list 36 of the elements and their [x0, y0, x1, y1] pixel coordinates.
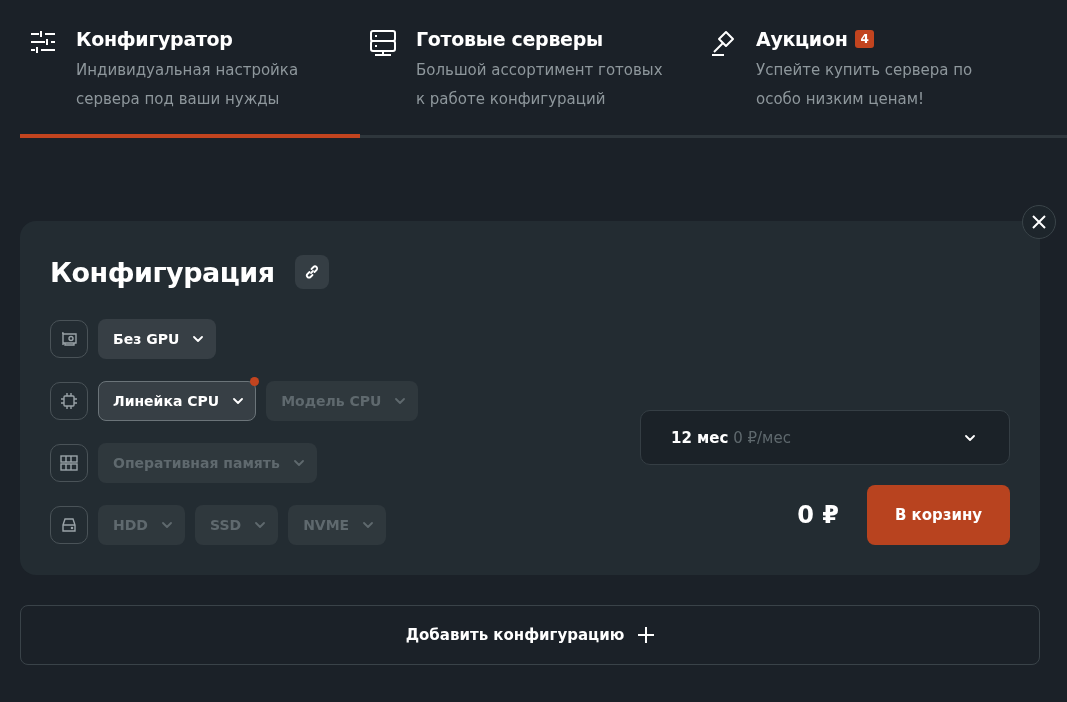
chip-icon [60, 392, 78, 410]
chevron-down-icon [293, 460, 304, 466]
close-button[interactable] [1022, 205, 1056, 239]
nav-tab[interactable]: Готовые серверы Большой ассортимент готовых к работе конфигураций [360, 0, 700, 138]
chevron-down-icon [233, 398, 244, 404]
plus-icon [638, 627, 655, 643]
link-icon [303, 264, 320, 280]
sliders-icon [30, 30, 56, 54]
add-configuration-button[interactable]: Добавить конфигурацию [20, 605, 1040, 665]
close-icon [1032, 215, 1046, 229]
link-button[interactable] [294, 255, 329, 289]
memory-icon [60, 455, 78, 471]
total-price: 0 ₽ [797, 501, 839, 529]
tab-title: Готовые серверы [416, 28, 603, 50]
tab-description: Успейте купить сервера по особо низким ценам! [756, 60, 974, 110]
chevron-down-icon [255, 522, 266, 528]
chevron-down-icon [363, 522, 374, 528]
gavel-icon [710, 30, 736, 56]
tab-title: Аукцион [756, 28, 848, 50]
configuration-title: Конфигурация [50, 256, 275, 288]
graphics-card-icon [61, 332, 77, 346]
chevron-down-icon [161, 522, 172, 528]
nav-tab[interactable]: Аукцион 4 Успейте купить сервера по особо низким ценам! [700, 0, 1040, 138]
tab-description: Большой ассортимент готовых к работе конфигураций [416, 60, 664, 110]
cart-button[interactable]: В корзину [867, 485, 1010, 545]
server-icon [370, 30, 396, 56]
tab-title: Конфигуратор [76, 28, 233, 50]
drive-icon [62, 518, 76, 532]
chevron-down-icon [395, 398, 406, 404]
nav-tab[interactable]: Конфигуратор Индивидуальная настройка сервера под ваши нужды [20, 0, 360, 138]
tab-description: Индивидуальная настройка сервера под ваши нужды [76, 60, 300, 110]
period-dropdown[interactable]: 12 мес 0 ₽/мес [640, 410, 1010, 465]
count-badge: 4 [855, 30, 874, 48]
chevron-down-icon [193, 336, 204, 342]
dropdown[interactable]: Без GPU [98, 319, 217, 359]
chevron-down-icon [965, 434, 975, 441]
